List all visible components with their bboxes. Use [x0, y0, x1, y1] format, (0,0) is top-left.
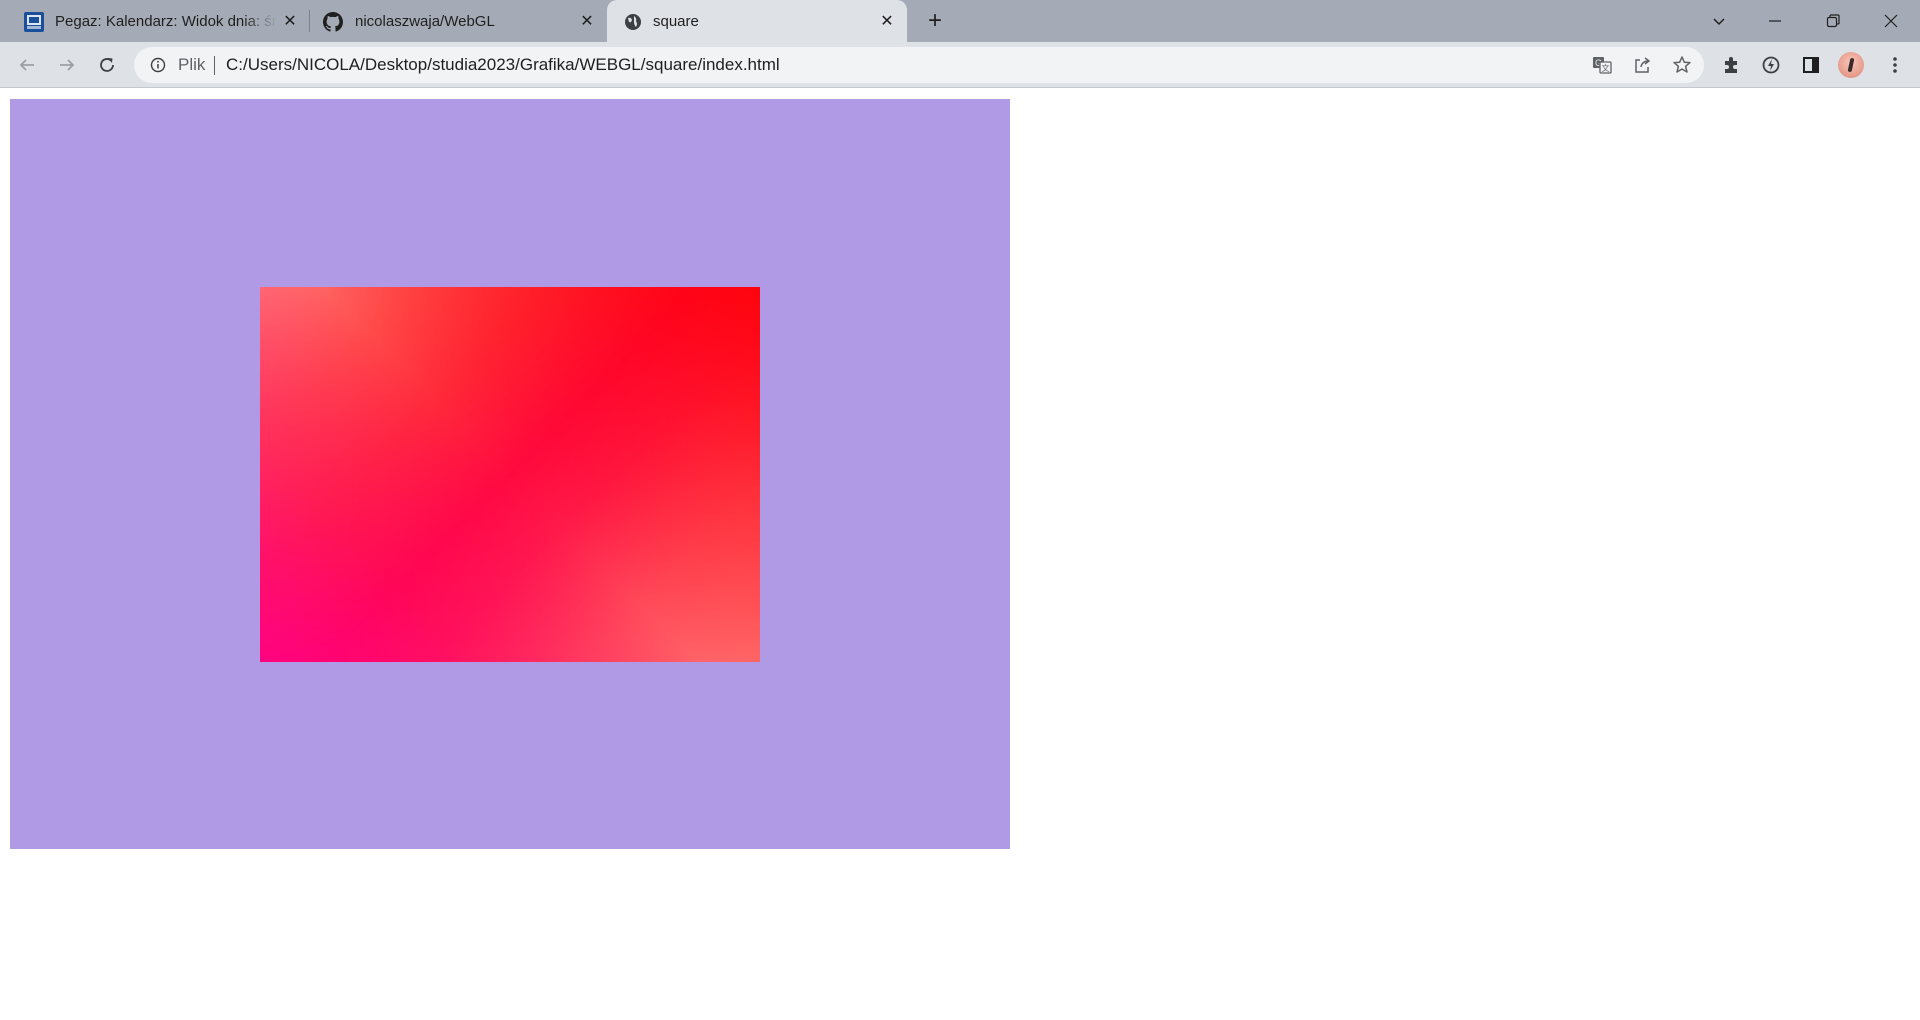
close-tab-icon[interactable]: ✕ — [877, 11, 897, 31]
forward-button[interactable] — [52, 50, 82, 80]
kebab-menu-icon[interactable] — [1880, 50, 1910, 80]
restore-button[interactable] — [1810, 0, 1856, 42]
bookmark-star-icon[interactable] — [1670, 53, 1694, 77]
webgl-canvas[interactable] — [10, 99, 1010, 849]
tab-title: square — [653, 13, 699, 30]
reload-button[interactable] — [92, 50, 122, 80]
minimize-button[interactable] — [1752, 0, 1798, 42]
close-tab-icon[interactable]: ✕ — [577, 11, 597, 31]
globe-icon — [623, 12, 643, 32]
tab-title: Pegaz: Kalendarz: Widok dnia: śro — [55, 13, 277, 30]
tab-title: nicolaszwaja/WebGL — [355, 13, 495, 30]
tab-square-active[interactable]: square ✕ — [607, 0, 907, 42]
svg-text:文: 文 — [1602, 63, 1610, 73]
site-info-icon[interactable] — [148, 55, 168, 75]
performance-icon[interactable] — [1756, 50, 1786, 80]
back-button[interactable] — [12, 50, 42, 80]
github-icon — [323, 12, 343, 32]
translate-icon[interactable]: G文 — [1590, 53, 1614, 77]
address-divider — [214, 56, 215, 75]
share-icon[interactable] — [1630, 53, 1654, 77]
new-tab-button[interactable]: + — [923, 9, 947, 34]
tab-search-button[interactable] — [1696, 0, 1742, 42]
close-window-button[interactable] — [1868, 0, 1914, 42]
pegaz-logo-icon — [24, 12, 44, 32]
tab-github[interactable]: nicolaszwaja/WebGL ✕ — [305, 0, 607, 42]
scheme-chip: Plik — [178, 55, 206, 74]
close-tab-icon[interactable]: ✕ — [280, 11, 300, 31]
page-viewport — [0, 89, 1920, 1020]
gradient-square — [260, 287, 760, 662]
side-panel-icon[interactable] — [1796, 50, 1826, 80]
tab-pegaz[interactable]: Pegaz: Kalendarz: Widok dnia: śro ✕ — [0, 0, 305, 42]
address-bar[interactable]: Plik C:/Users/NICOLA/Desktop/studia2023/… — [134, 47, 1704, 83]
extensions-puzzle-icon[interactable] — [1716, 50, 1746, 80]
tab-strip: Pegaz: Kalendarz: Widok dnia: śro ✕ nico… — [0, 0, 1920, 42]
browser-toolbar: Plik C:/Users/NICOLA/Desktop/studia2023/… — [0, 42, 1920, 88]
profile-avatar[interactable] — [1838, 52, 1864, 78]
url-text[interactable]: C:/Users/NICOLA/Desktop/studia2023/Grafi… — [226, 55, 780, 75]
